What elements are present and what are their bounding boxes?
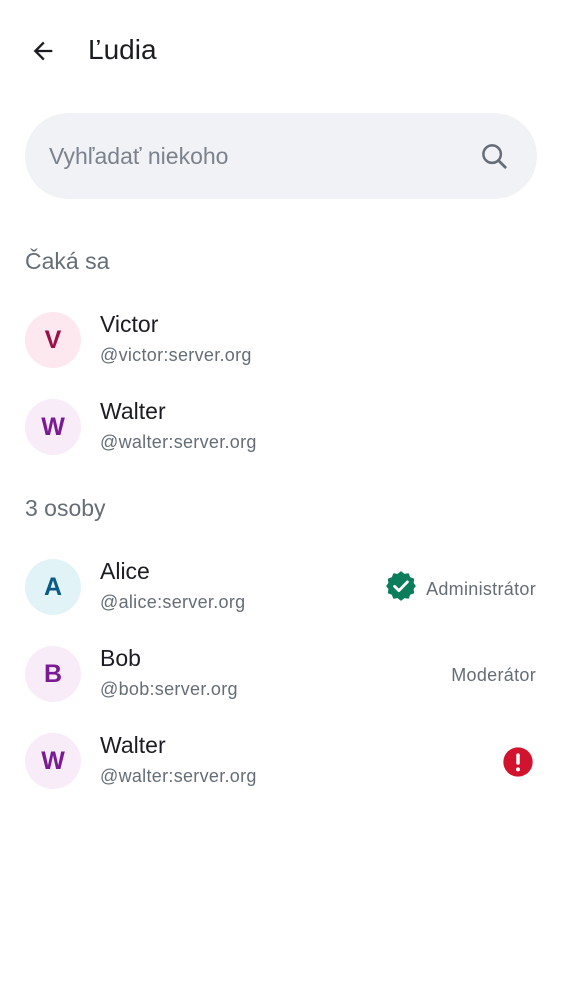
role-admin: Administrátor	[384, 571, 536, 603]
member-name: Bob	[100, 645, 141, 671]
avatar: W	[25, 733, 81, 789]
member-row-alice[interactable]: A Alice @alice:server.org Administrátor	[0, 545, 562, 631]
section-header-joined: 3 osoby	[25, 495, 106, 521]
avatar: A	[25, 559, 81, 615]
member-row-bob[interactable]: B Bob @bob:server.org Moderátor	[0, 632, 562, 718]
member-user-id: @walter:server.org	[100, 432, 257, 452]
member-name: Victor	[100, 311, 159, 337]
page-title: Ľudia	[88, 34, 157, 65]
avatar: W	[25, 399, 81, 455]
role-label: Moderátor	[451, 665, 536, 685]
member-user-id: @victor:server.org	[100, 345, 252, 365]
search-input[interactable]	[49, 113, 469, 199]
member-row-walter[interactable]: W Walter @walter:server.org	[0, 719, 562, 805]
top-app-bar: Ľudia	[0, 0, 562, 100]
member-row-walter-pending[interactable]: W Walter @walter:server.org	[0, 385, 562, 471]
member-name: Walter	[100, 732, 166, 758]
member-name: Walter	[100, 398, 166, 424]
search-bar[interactable]	[25, 113, 537, 199]
role-moderator: Moderátor	[451, 664, 536, 686]
search-icon[interactable]	[479, 141, 509, 171]
member-row-victor[interactable]: V Victor @victor:server.org	[0, 298, 562, 384]
error-alert-icon	[503, 747, 533, 777]
avatar: V	[25, 312, 81, 368]
member-user-id: @alice:server.org	[100, 592, 246, 612]
arrow-left-icon	[33, 41, 53, 61]
member-name: Alice	[100, 558, 150, 584]
verified-badge-icon	[386, 571, 416, 601]
member-user-id: @walter:server.org	[100, 766, 257, 786]
role-label: Administrátor	[426, 579, 536, 599]
avatar: B	[25, 646, 81, 702]
member-user-id: @bob:server.org	[100, 679, 238, 699]
back-button[interactable]	[22, 30, 64, 72]
section-header-pending: Čaká sa	[25, 248, 110, 274]
